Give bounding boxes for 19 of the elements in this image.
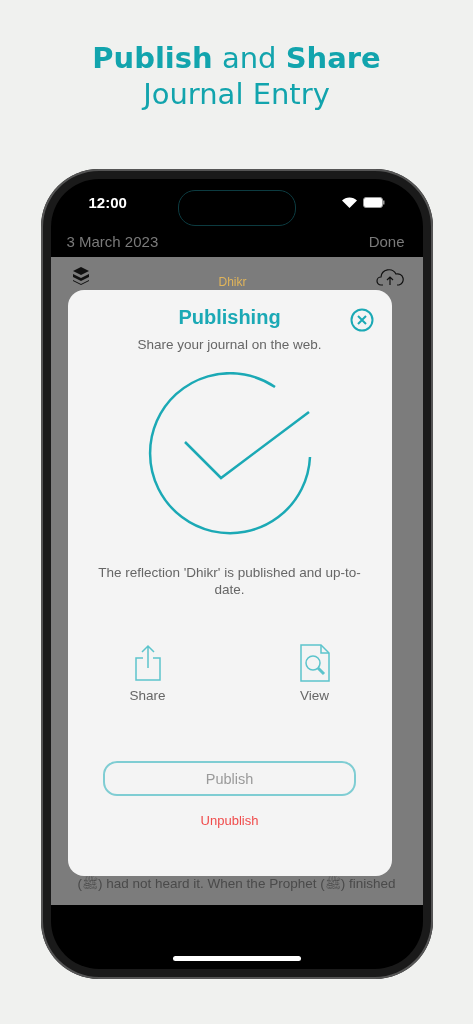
cloud-upload-icon[interactable]	[376, 267, 405, 287]
entry-title: Dhikr	[218, 275, 247, 289]
battery-icon	[362, 196, 385, 208]
close-icon[interactable]	[349, 308, 374, 332]
wifi-icon	[341, 196, 357, 208]
share-icon	[133, 644, 162, 682]
view-button[interactable]: View	[299, 644, 330, 703]
unpublish-link[interactable]: Unpublish	[194, 812, 265, 829]
headline-subtitle: Journal Entry	[143, 76, 330, 112]
done-button[interactable]: Done	[368, 232, 405, 250]
headline: Publish and Share	[92, 40, 381, 76]
cube-stack-icon	[72, 267, 89, 285]
nav-title: 3 March 2023	[66, 232, 159, 250]
share-button[interactable]: Share	[129, 644, 166, 703]
status-time: 12:00	[88, 193, 127, 211]
status-message: The reflection 'Dhikr' is published and up-to-date.	[97, 564, 362, 598]
document-search-icon	[299, 644, 330, 682]
dialog-title: Publishing	[178, 306, 281, 329]
dialog-subtitle: Share your journal on the web.	[137, 337, 322, 352]
